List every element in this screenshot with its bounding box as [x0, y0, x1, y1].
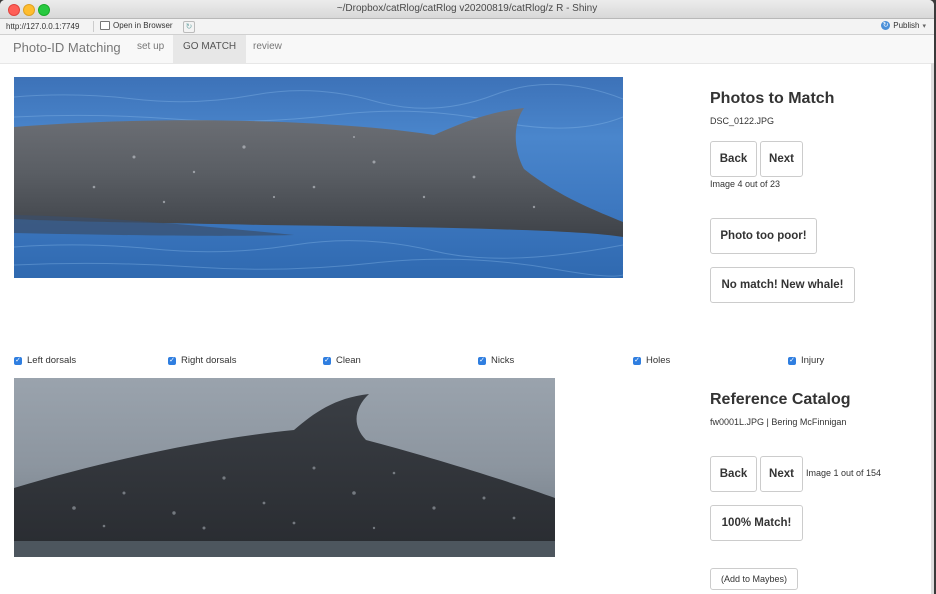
reference-catalog-heading: Reference Catalog [710, 391, 851, 408]
catalog-next-button[interactable]: Next [760, 456, 803, 492]
full-match-button[interactable]: 100% Match! [710, 505, 803, 541]
no-match-new-whale-button[interactable]: No match! New whale! [710, 267, 855, 303]
publish-label: Publish [893, 21, 920, 30]
open-in-browser-icon [100, 21, 110, 30]
filter-clean[interactable]: ✓ Clean [323, 355, 361, 366]
open-in-browser-label: Open in Browser [113, 21, 173, 30]
match-image-counter: Image 4 out of 23 [710, 179, 781, 189]
catalog-back-button[interactable]: Back [710, 456, 757, 492]
catalog-image-counter: Image 1 out of 154 [806, 468, 882, 478]
check-icon[interactable]: ✓ [478, 356, 486, 365]
photos-to-match-heading: Photos to Match [710, 90, 835, 107]
match-next-button[interactable]: Next [760, 141, 803, 177]
reference-photo [14, 378, 555, 557]
filter-label: Right dorsals [181, 355, 237, 366]
filter-label: Holes [646, 355, 671, 366]
title-bar: ~/Dropbox/catRlog/catRlog v20200819/catR… [0, 0, 934, 19]
app-window: ~/Dropbox/catRlog/catRlog v20200819/catR… [0, 0, 934, 594]
publish-icon: ↻ [881, 21, 891, 30]
filter-nicks[interactable]: ✓ Nicks [478, 355, 514, 366]
refresh-icon[interactable]: ↻ [183, 21, 195, 33]
query-filename: DSC_0122.JPG [710, 116, 775, 126]
filter-right-dorsals[interactable]: ✓ Right dorsals [168, 355, 236, 366]
filter-label: Left dorsals [27, 355, 77, 366]
match-back-button[interactable]: Back [710, 141, 757, 177]
filter-injury[interactable]: ✓ Injury [788, 355, 824, 366]
photo-too-poor-button[interactable]: Photo too poor! [710, 218, 817, 254]
check-icon[interactable]: ✓ [14, 356, 22, 365]
photo-to-match [14, 77, 623, 278]
app-brand: Photo-ID Matching [13, 40, 121, 55]
tab-go-match[interactable]: GO MATCH [173, 35, 247, 63]
add-to-maybes-button[interactable]: (Add to Maybes) [710, 568, 798, 590]
check-icon[interactable]: ✓ [323, 356, 331, 365]
tab-set-up[interactable]: set up [127, 35, 174, 63]
chevron-down-icon: ▾ [922, 22, 926, 30]
viewer-toolbar: http://127.0.0.1:7749 Open in Browser ↻ … [0, 19, 934, 35]
navbar: Photo-ID Matching set up GO MATCH review [0, 35, 934, 64]
filter-label: Clean [336, 355, 361, 366]
filter-label: Injury [801, 355, 825, 366]
open-in-browser-button[interactable]: Open in Browser [100, 21, 173, 30]
filter-holes[interactable]: ✓ Holes [633, 355, 670, 366]
window-title: ~/Dropbox/catRlog/catRlog v20200819/catR… [336, 3, 598, 14]
toolbar-divider [93, 21, 94, 32]
filter-left-dorsals[interactable]: ✓ Left dorsals [14, 355, 76, 366]
check-icon[interactable]: ✓ [788, 356, 796, 365]
page-scrollbar[interactable] [931, 63, 934, 594]
check-icon[interactable]: ✓ [633, 356, 641, 365]
publish-button[interactable]: ↻ Publish ▾ [881, 21, 926, 30]
filter-label: Nicks [491, 355, 515, 366]
reference-info: fw0001L.JPG | Bering McFinnigan [710, 417, 847, 427]
check-icon[interactable]: ✓ [168, 356, 176, 365]
url-text: http://127.0.0.1:7749 [6, 22, 80, 31]
tab-review[interactable]: review [243, 35, 292, 63]
